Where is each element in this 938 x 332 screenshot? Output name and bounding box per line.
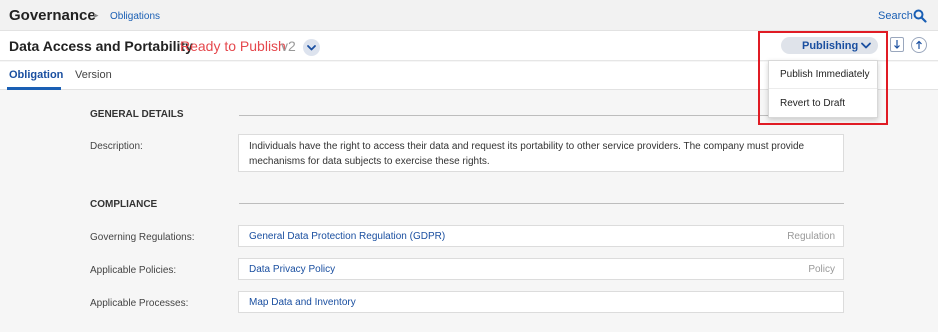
tab-version[interactable]: Version [75, 69, 112, 81]
applicable-policies-label: Applicable Policies: [90, 265, 177, 276]
search-link[interactable]: Search [878, 10, 913, 22]
governing-regulations-label: Governing Regulations: [90, 232, 195, 243]
version-dropdown-button[interactable] [303, 39, 320, 56]
section-divider [239, 203, 844, 204]
active-tab-indicator [7, 87, 61, 90]
tab-obligation[interactable]: Obligation [9, 69, 63, 81]
breadcrumb-separator-icon: ▸ [94, 10, 99, 20]
chevron-down-icon [307, 45, 316, 51]
compliance-heading: COMPLIANCE [90, 199, 158, 210]
regulation-type-label: Regulation [787, 231, 835, 242]
publish-immediately-menu-item[interactable]: Publish Immediately [769, 61, 877, 89]
publishing-menu: Publish Immediately Revert to Draft [768, 60, 878, 118]
version-label: v2 [281, 38, 296, 54]
policy-link[interactable]: Data Privacy Policy [249, 264, 335, 275]
download-button[interactable] [890, 37, 904, 52]
page-title: Data Access and Portability [9, 38, 193, 54]
description-text-line: mechanisms for data subjects to exercise… [249, 156, 490, 167]
upload-button[interactable] [911, 37, 927, 53]
top-bar: Governance ▸ Obligations Search [0, 0, 938, 31]
publishing-button-label: Publishing [802, 40, 859, 52]
description-field: Individuals have the right to access the… [238, 134, 844, 172]
chevron-down-icon [861, 42, 871, 49]
description-text-line: Individuals have the right to access the… [249, 141, 805, 152]
status-label: Ready to Publish [180, 38, 286, 54]
applicable-policies-field: Data Privacy Policy Policy [238, 258, 844, 280]
description-label: Description: [90, 141, 143, 152]
revert-to-draft-menu-item[interactable]: Revert to Draft [769, 90, 877, 118]
section-divider [239, 115, 844, 116]
publishing-button[interactable]: Publishing [781, 37, 878, 54]
download-icon [894, 40, 900, 49]
upload-icon [916, 40, 922, 49]
breadcrumb-obligations-link[interactable]: Obligations [110, 11, 160, 22]
search-icon[interactable] [913, 9, 927, 23]
general-details-heading: GENERAL DETAILS [90, 109, 184, 120]
applicable-processes-label: Applicable Processes: [90, 298, 189, 309]
governing-regulations-field: General Data Protection Regulation (GDPR… [238, 225, 844, 247]
regulation-link[interactable]: General Data Protection Regulation (GDPR… [249, 231, 445, 242]
policy-type-label: Policy [808, 264, 835, 275]
applicable-processes-field: Map Data and Inventory [238, 291, 844, 313]
process-link[interactable]: Map Data and Inventory [249, 297, 356, 308]
app-title: Governance [9, 7, 96, 24]
